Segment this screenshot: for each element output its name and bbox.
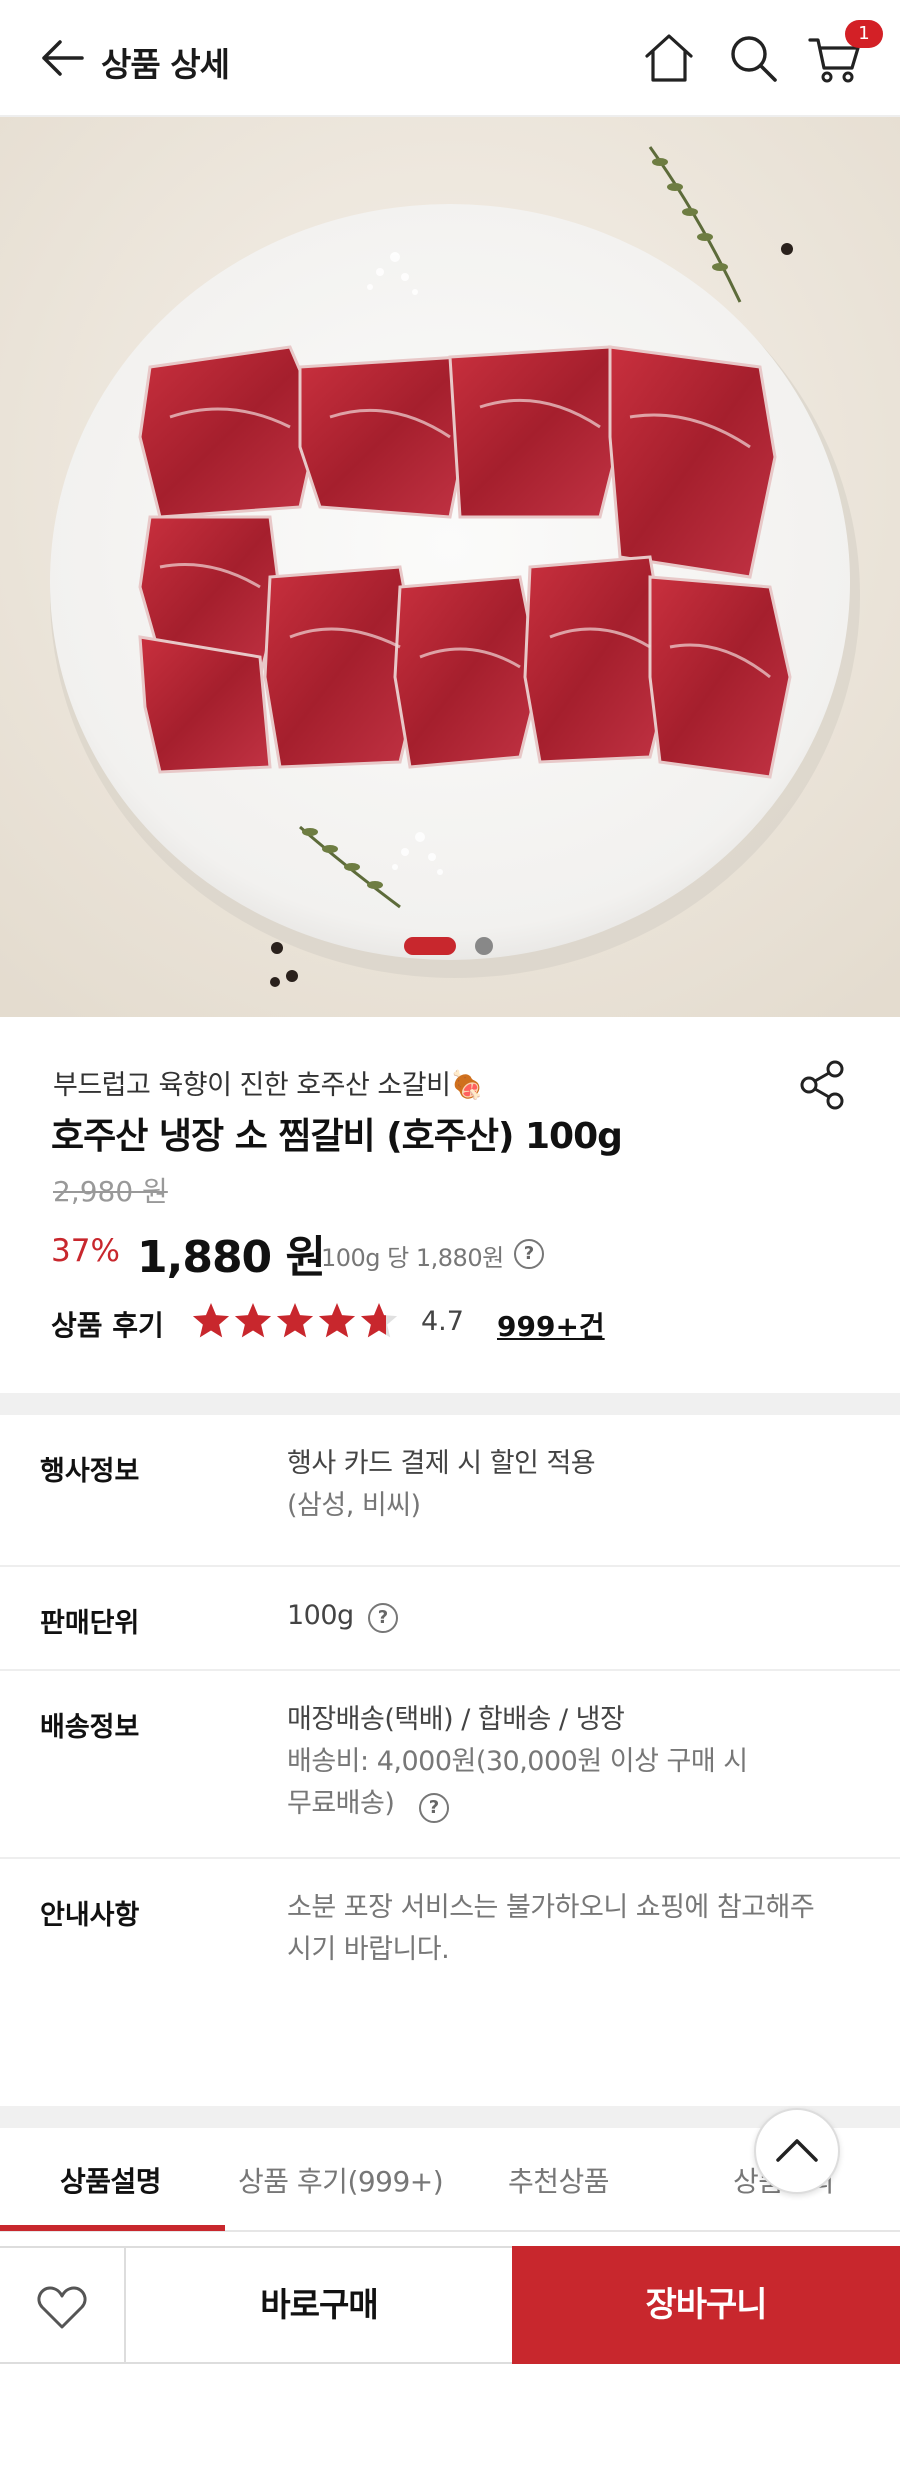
spec-value: 소분 포장 서비스는 불가하오니 쇼핑에 참고해주 시기 바랍니다. — [287, 1887, 815, 1971]
product-subtitle: 부드럽고 육향이 진한 호주산 소갈비🍖 — [53, 1070, 484, 1101]
star-icon — [234, 1303, 272, 1338]
search-icon[interactable] — [725, 30, 781, 86]
discount-rate: 37% — [51, 1233, 120, 1269]
rating-score: 4.7 — [421, 1306, 464, 1337]
spec-label: 행사정보 — [40, 1456, 140, 1487]
wishlist-button[interactable] — [0, 2248, 126, 2362]
chevron-up-icon — [776, 2139, 818, 2162]
spec-value: 매장배송(택배) / 합배송 / 냉장 배송비: 4,000원(30,000원 … — [287, 1699, 748, 1825]
star-icon — [360, 1303, 398, 1338]
star-icon — [276, 1303, 314, 1338]
home-icon[interactable] — [641, 30, 697, 86]
event-card-names: (삼성, 비씨) — [287, 1490, 421, 1521]
section-divider — [0, 1393, 900, 1415]
spec-row-event: 행사정보 행사 카드 결제 시 할인 적용 (삼성, 비씨) — [0, 1415, 900, 1567]
star-icon — [318, 1303, 356, 1338]
pagination-dot — [475, 937, 493, 955]
scroll-to-top-button[interactable] — [754, 2108, 840, 2194]
original-price: 2,980 원 — [53, 1175, 168, 1208]
delivery-fee: 배송비: 4,000원(30,000원 이상 구매 시 — [287, 1746, 748, 1777]
spec-value: 100g — [287, 1600, 354, 1631]
buy-now-button[interactable]: 바로구매 — [126, 2248, 512, 2362]
spec-row-notice: 안내사항 소분 포장 서비스는 불가하오니 쇼핑에 참고해주 시기 바랍니다. — [0, 1859, 900, 2106]
active-tab-indicator — [0, 2225, 225, 2231]
pagination-dot-active — [404, 937, 456, 955]
review-count-link[interactable]: 999+건 — [497, 1305, 605, 1345]
delivery-fee-cont: 무료배송) — [287, 1788, 395, 1819]
spec-row-delivery: 배송정보 매장배송(택배) / 합배송 / 냉장 배송비: 4,000원(30,… — [0, 1671, 900, 1859]
cart-count-badge: 1 — [845, 20, 883, 48]
sale-price: 1,880 원 — [137, 1232, 326, 1283]
page-title: 상품 상세 — [101, 45, 230, 84]
share-icon[interactable] — [799, 1059, 847, 1111]
heart-icon — [37, 2286, 87, 2329]
top-header: 상품 상세 1 — [0, 0, 900, 117]
spec-row-sales-unit: 판매단위 100g ? — [0, 1567, 900, 1671]
notice-text-line2: 시기 바랍니다. — [287, 1934, 450, 1965]
sales-unit-help-icon[interactable]: ? — [368, 1603, 398, 1633]
rating-stars — [192, 1303, 398, 1338]
product-info: 부드럽고 육향이 진한 호주산 소갈비🍖 호주산 냉장 소 찜갈비 (호주산) … — [0, 1017, 900, 1394]
unit-price: 100g 당 1,880원 — [321, 1244, 504, 1272]
product-photo — [0, 117, 900, 1017]
bottom-action-bar: 바로구매 장바구니 — [0, 2246, 900, 2364]
spec-label: 안내사항 — [40, 1900, 140, 1931]
delivery-method: 매장배송(택배) / 합배송 / 냉장 — [287, 1704, 625, 1735]
spec-label: 배송정보 — [40, 1712, 140, 1743]
spec-value: 행사 카드 결제 시 할인 적용 (삼성, 비씨) — [287, 1443, 596, 1527]
product-name: 호주산 냉장 소 찜갈비 (호주산) 100g — [51, 1116, 623, 1157]
add-to-cart-button[interactable]: 장바구니 — [512, 2246, 900, 2364]
tab-recommended[interactable]: 추천상품 — [508, 2160, 610, 2200]
event-info-text: 행사 카드 결제 시 할인 적용 — [287, 1448, 596, 1479]
review-label: 상품 후기 — [51, 1309, 164, 1342]
gallery-pagination[interactable] — [404, 935, 499, 957]
product-image-gallery[interactable] — [0, 117, 900, 1017]
tab-description[interactable]: 상품설명 — [60, 2160, 162, 2200]
notice-text-line1: 소분 포장 서비스는 불가하오니 쇼핑에 참고해주 — [287, 1892, 815, 1923]
unit-price-help-icon[interactable]: ? — [514, 1239, 544, 1269]
star-icon — [192, 1303, 230, 1338]
tab-reviews[interactable]: 상품 후기(999+) — [238, 2160, 444, 2200]
spec-label: 판매단위 — [40, 1608, 140, 1639]
delivery-help-icon[interactable]: ? — [419, 1793, 449, 1823]
back-arrow-icon[interactable] — [38, 34, 86, 82]
